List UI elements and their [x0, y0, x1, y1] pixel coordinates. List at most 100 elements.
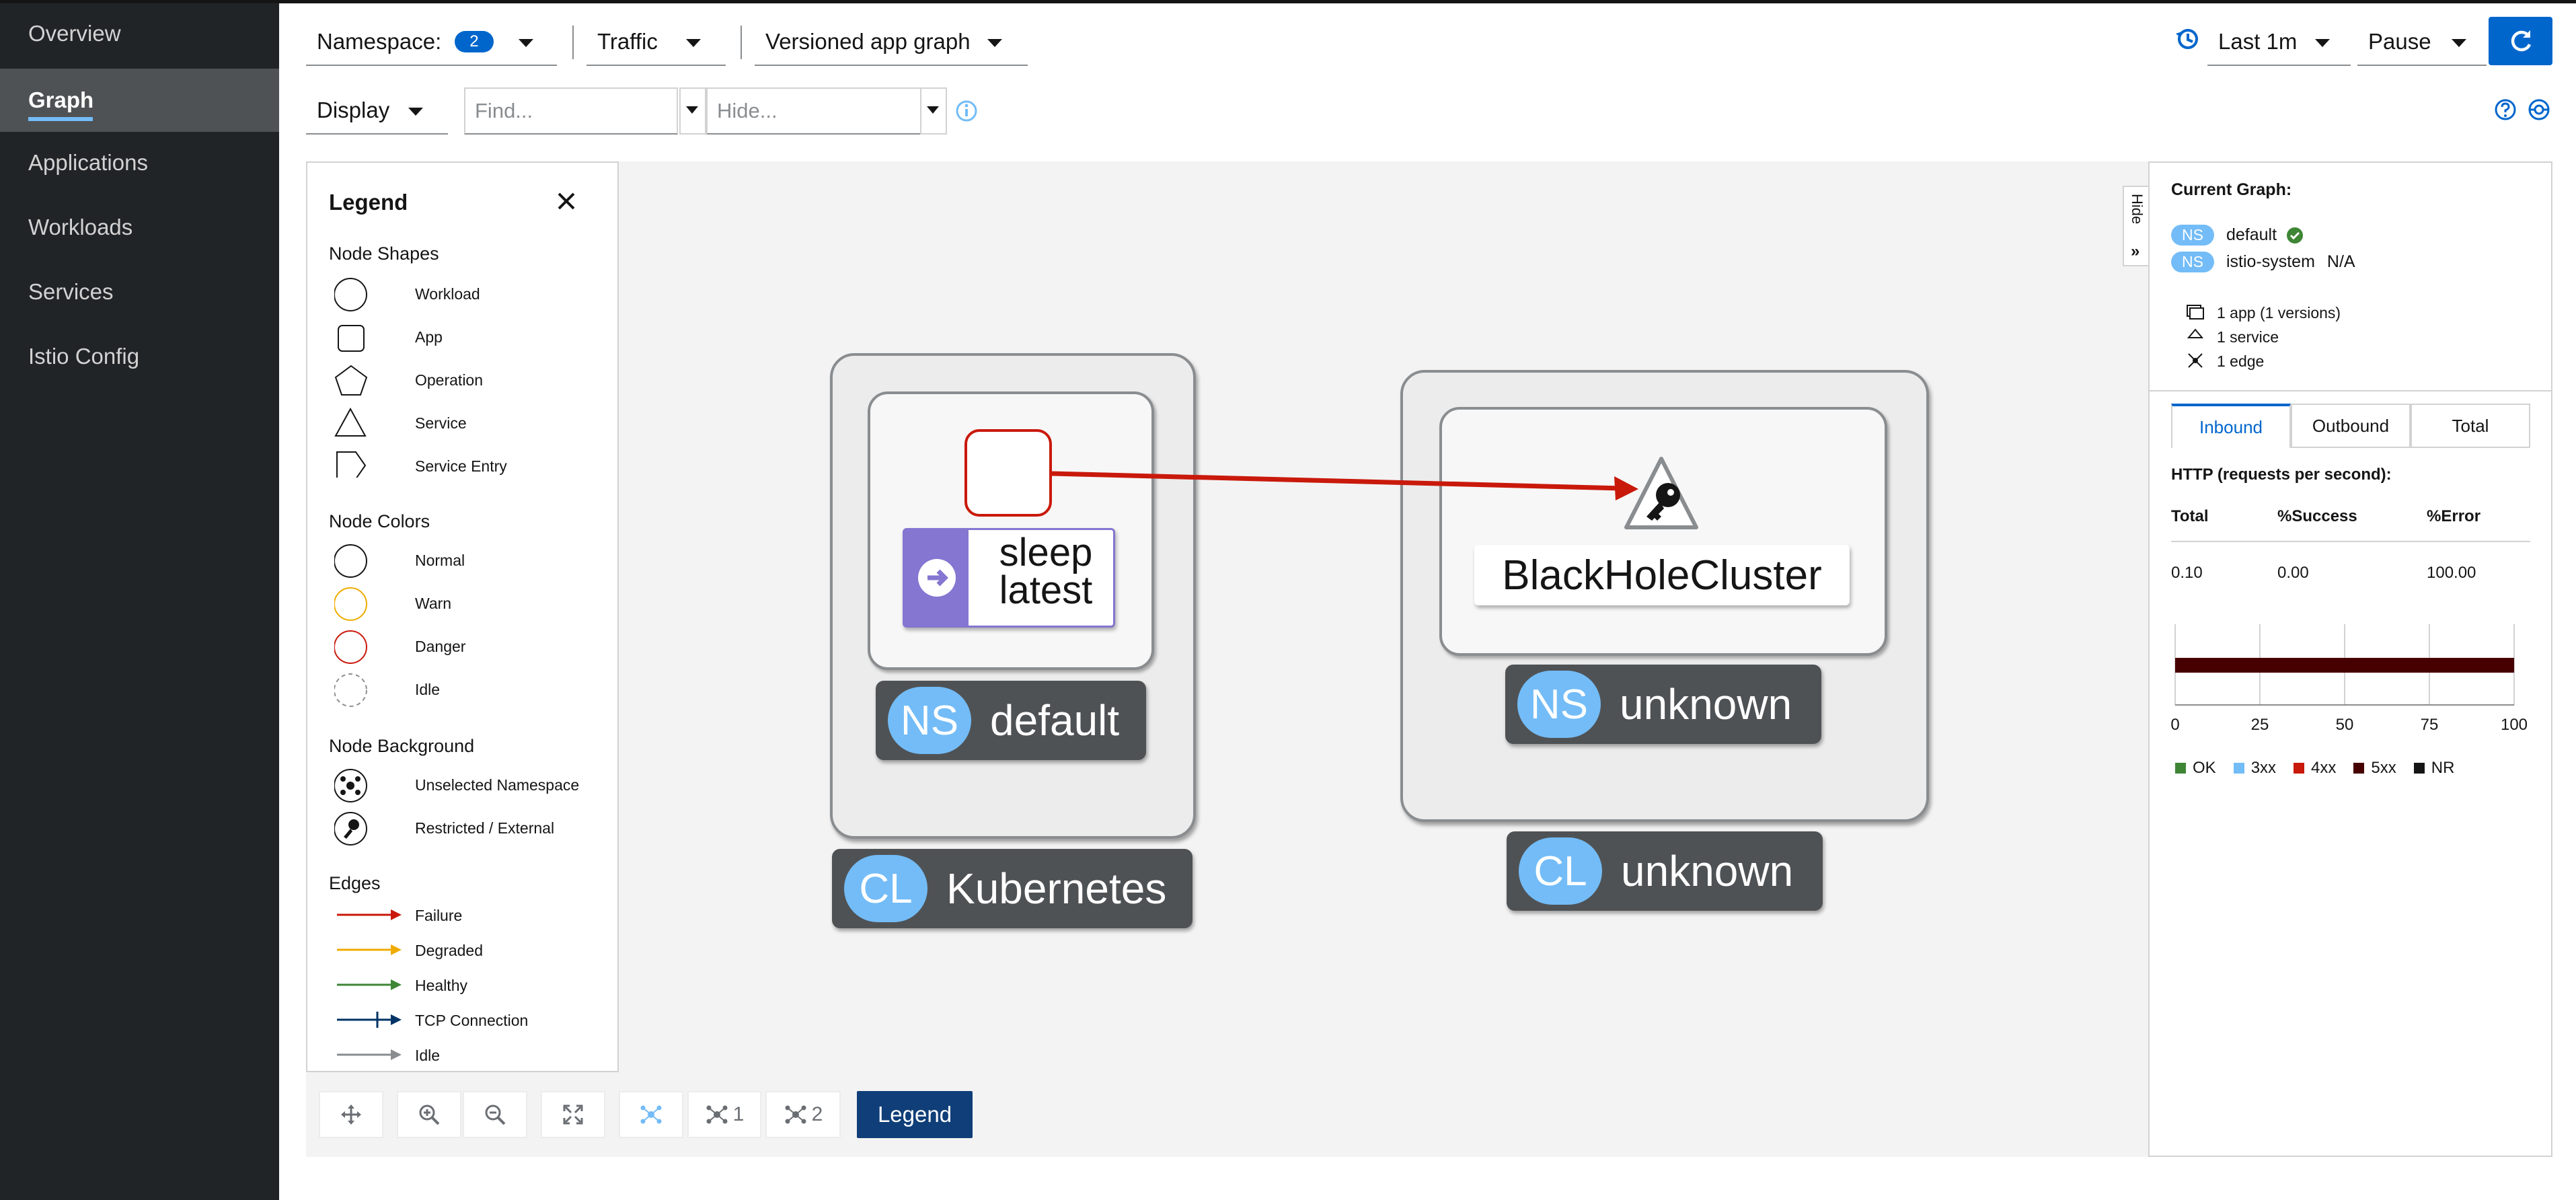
node-color-icons [334, 544, 367, 707]
legend-label: 4xx [2311, 759, 2337, 777]
legend-item: Degraded [415, 942, 484, 959]
move-icon [341, 1104, 361, 1125]
legend-item: Warn [415, 595, 452, 612]
node-shape-icons [334, 278, 368, 478]
top-strip [0, 0, 2576, 3]
layout-2-button[interactable]: 2 [765, 1091, 841, 1138]
namespace-row-istio-system: NS istio-system N/A [2171, 252, 2355, 272]
history-icon[interactable] [2174, 26, 2201, 52]
find-input[interactable]: Find... [464, 87, 678, 135]
divider [2171, 541, 2530, 542]
layout-1-button[interactable]: 1 [687, 1091, 761, 1138]
duration-dropdown[interactable]: Last 1m [2207, 19, 2351, 66]
pan-button[interactable] [319, 1091, 383, 1138]
duration-label: Last 1m [2218, 29, 2298, 54]
display-dropdown[interactable]: Display [306, 87, 448, 135]
service-node-blackhole[interactable] [1621, 453, 1702, 533]
sidebar-item-istio-config[interactable]: Istio Config [0, 325, 279, 388]
close-icon[interactable] [555, 190, 578, 213]
legend-toggle-button[interactable]: Legend [857, 1091, 973, 1138]
tab-inbound[interactable]: Inbound [2171, 404, 2291, 448]
chevron-down-icon [686, 39, 701, 47]
legend-swatch-3xx [2233, 763, 2244, 774]
sidebar-item-overview[interactable]: Overview [0, 2, 279, 65]
error-bar [2175, 658, 2514, 673]
traffic-bar-chart: 0 25 50 75 100 [2170, 624, 2528, 734]
namespace-label: Namespace: [317, 29, 442, 54]
zoom-in-button[interactable] [397, 1091, 461, 1138]
sidebar-item-applications[interactable]: Applications [0, 131, 279, 194]
summary-apps: 1 app (1 versions) [2217, 304, 2341, 322]
hide-options-toggle[interactable] [920, 87, 947, 135]
zoom-out-button[interactable] [463, 1091, 527, 1138]
app-node-sleep[interactable] [964, 429, 1052, 517]
idle-color-icon [334, 673, 367, 707]
chevron-down-icon [2315, 39, 2330, 47]
app-node-label: sleep latest [903, 528, 1115, 628]
service-icon [2187, 328, 2204, 338]
tab-total[interactable]: Total [2411, 404, 2530, 448]
legend-title: Legend [329, 190, 408, 215]
display-label: Display [317, 98, 390, 122]
legend-label: 5xx [2371, 759, 2396, 777]
hide-input[interactable]: Hide... [706, 87, 921, 135]
refresh-button[interactable] [2489, 17, 2552, 65]
chevron-down-icon [686, 106, 698, 114]
sidebar-item-workloads[interactable]: Workloads [0, 196, 279, 259]
legend-item: Workload [415, 285, 480, 303]
sidebar-item-services[interactable]: Services [0, 260, 279, 324]
table-value-error: 100.00 [2427, 564, 2476, 582]
help-icon[interactable] [2494, 98, 2517, 121]
legend-item: App [415, 328, 443, 346]
legend-label: NR [2431, 759, 2455, 777]
hide-panel-toggle[interactable]: Hide » [2123, 186, 2150, 266]
traffic-dropdown[interactable]: Traffic [586, 19, 726, 66]
namespace-label-unknown: NS unknown [1505, 665, 1821, 744]
sidebar-item-graph[interactable]: Graph [0, 69, 279, 132]
hide-label: Hide [2129, 194, 2146, 225]
refresh-interval-dropdown[interactable]: Pause [2357, 19, 2487, 66]
chevron-down-icon [408, 108, 423, 116]
legend-panel: Legend Node Shapes Workload App Operatio… [306, 161, 619, 1072]
tab-outbound[interactable]: Outbound [2291, 404, 2411, 448]
zoom-to-fit-button[interactable] [541, 1091, 605, 1138]
table-header-total: Total [2171, 507, 2209, 525]
summary-edges: 1 edge [2217, 352, 2265, 370]
arrow-right-circle-icon [917, 559, 956, 597]
summary-services: 1 service [2217, 328, 2279, 346]
legend-swatch-4xx [2294, 763, 2305, 774]
legend-node-shapes-title: Node Shapes [329, 243, 439, 264]
legend-swatch-5xx [2353, 763, 2365, 774]
legend-label: 3xx [2250, 759, 2277, 777]
service-entry-shape-icon [336, 451, 367, 478]
chart-tick: 75 [2421, 716, 2439, 734]
legend-item: Idle [415, 1047, 441, 1064]
legend-item: Normal [415, 552, 465, 569]
expand-icon [563, 1104, 583, 1125]
namespace-dropdown[interactable]: Namespace: 2 [306, 19, 557, 66]
zoom-out-icon [485, 1104, 506, 1125]
find-options-toggle[interactable] [679, 87, 706, 135]
legend-item: Healthy [415, 977, 467, 994]
info-icon[interactable] [955, 100, 978, 122]
chevron-down-icon [2452, 39, 2466, 47]
chart-legend: OK 3xx 4xx 5xx NR [2175, 759, 2454, 778]
app-node-version: latest [999, 568, 1093, 612]
namespace-status: N/A [2326, 252, 2355, 271]
traffic-label: Traffic [597, 29, 658, 54]
legend-item: Unselected Namespace [415, 776, 580, 794]
layout-default-button[interactable] [619, 1091, 683, 1138]
edge-icons [337, 909, 402, 1060]
legend-item: TCP Connection [415, 1012, 529, 1029]
legend-item: Service Entry [415, 457, 507, 475]
cl-prefix-badge: CL [1519, 837, 1602, 905]
chart-tick: 50 [2336, 716, 2354, 734]
legend-label: OK [2193, 759, 2216, 777]
summary-panel: Current Graph: NS default NS istio-syste… [2148, 161, 2552, 1157]
tour-icon[interactable] [2528, 98, 2550, 121]
legend-item: Service [415, 414, 467, 432]
namespace-name: default [2226, 225, 2277, 244]
divider [2150, 390, 2551, 391]
app-node-name: sleep [999, 531, 1093, 574]
graph-type-dropdown[interactable]: Versioned app graph [755, 19, 1028, 66]
